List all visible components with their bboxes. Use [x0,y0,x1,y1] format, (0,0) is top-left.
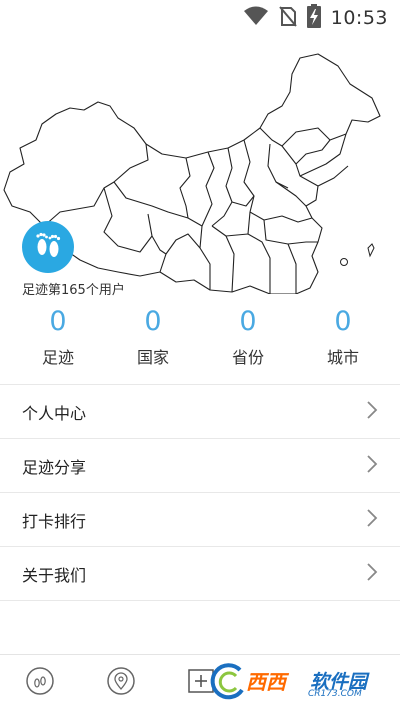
user-rank-text: 足迹第165个用户 [22,283,125,298]
menu-item-label: 打卡排行 [22,511,87,531]
stat-label: 省份 [231,348,264,367]
status-bar: 10:53 [0,0,400,36]
no-sim-icon [278,5,297,31]
avatar[interactable] [22,221,74,273]
chevron-right-icon [366,400,378,424]
nav-location-button[interactable] [105,667,137,699]
chevron-right-icon [366,454,378,478]
stat-value: 0 [49,306,67,337]
footprint-nav-icon [25,666,55,700]
watermark-logo-icon [210,663,244,700]
watermark-url: CR173.COM [308,689,362,699]
stat-footprints[interactable]: 0 足迹 [13,300,103,372]
location-pin-nav-icon [106,666,136,700]
footprints-icon [30,227,66,267]
watermark-brand: 西西 [246,670,286,694]
menu-item-label: 足迹分享 [22,457,87,477]
stat-label: 足迹 [41,348,74,367]
wifi-icon [243,6,269,30]
chevron-right-icon [366,562,378,586]
watermark-logo: 西西 软件园 CR173.COM [208,660,384,704]
battery-charging-icon [306,4,321,32]
status-icons: 10:53 [243,4,388,32]
menu-item-label: 个人中心 [22,403,87,423]
status-time: 10:53 [330,7,388,29]
menu-item-profile-center[interactable]: 个人中心 [0,385,400,439]
stats-row: 0 足迹 0 国家 0 省份 0 城市 [0,300,400,384]
menu-list: 个人中心 足迹分享 打卡排行 关于我们 [0,384,400,601]
stat-value: 0 [334,306,352,337]
menu-item-about[interactable]: 关于我们 [0,547,400,601]
stat-label: 国家 [136,348,169,367]
stat-label: 城市 [326,348,359,367]
stat-cities[interactable]: 0 城市 [298,300,388,372]
chevron-right-icon [366,508,378,532]
menu-item-ranking[interactable]: 打卡排行 [0,493,400,547]
stat-provinces[interactable]: 0 省份 [203,300,293,372]
stat-value: 0 [144,306,162,337]
menu-item-label: 关于我们 [22,565,87,585]
nav-footprint-button[interactable] [24,667,56,699]
stat-countries[interactable]: 0 国家 [108,300,198,372]
stat-value: 0 [239,306,257,337]
menu-item-share[interactable]: 足迹分享 [0,439,400,493]
